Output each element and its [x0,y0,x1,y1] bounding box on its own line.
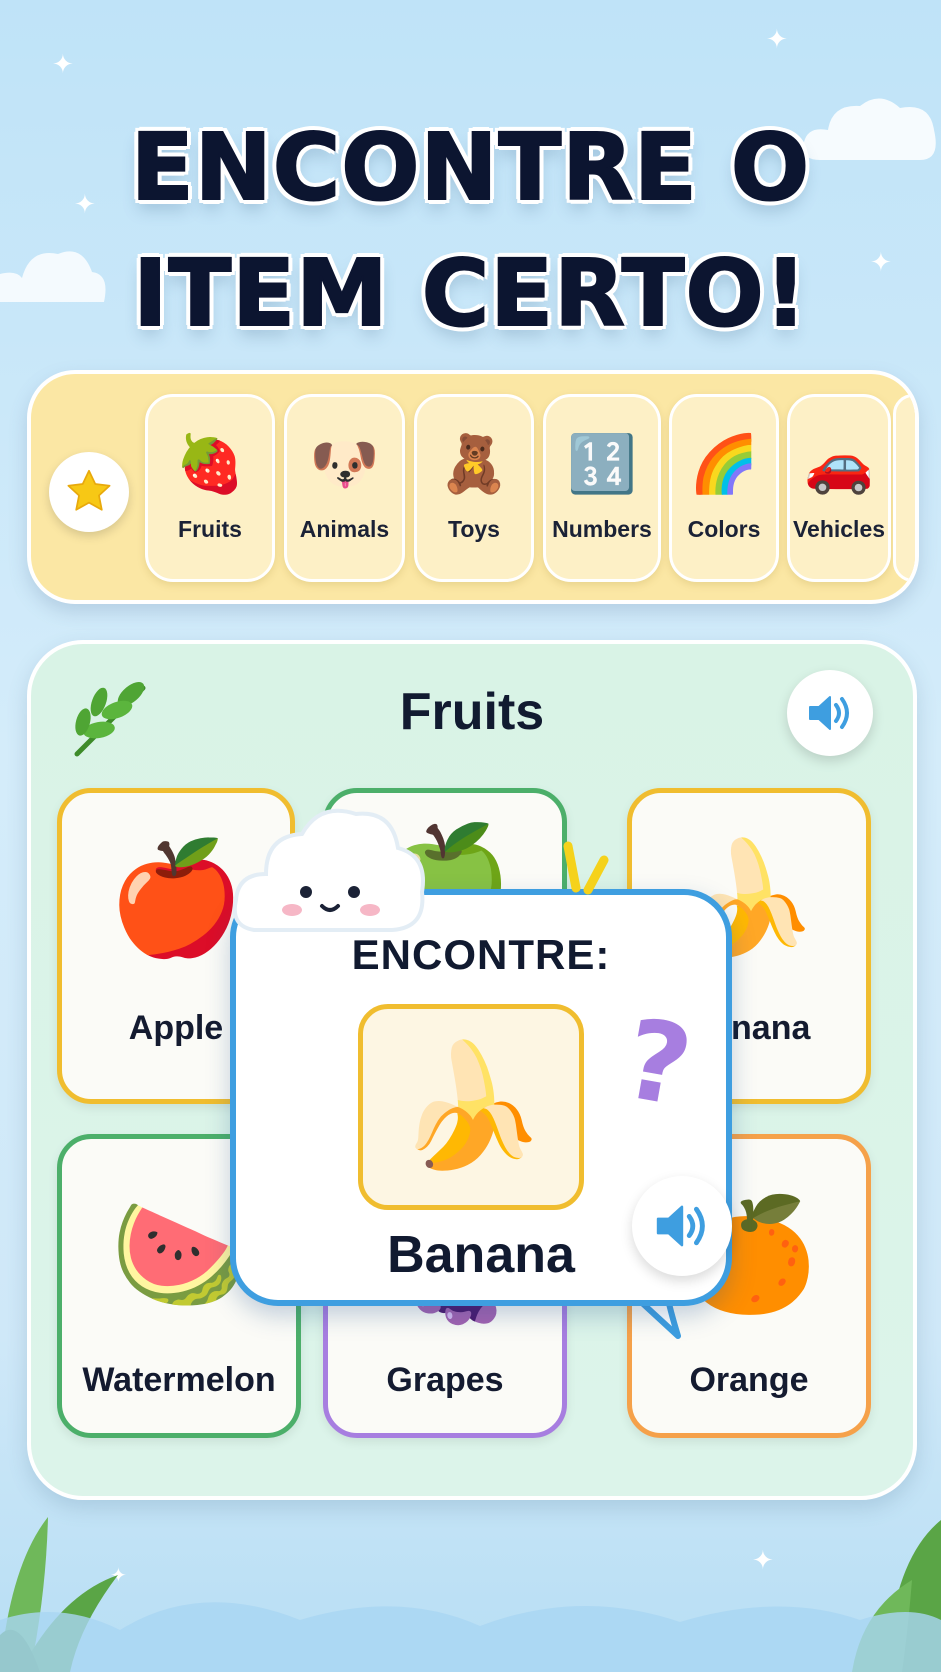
numbers-icon: 🔢 [567,432,637,497]
title-line-2: ITEM CERTO! [132,239,808,348]
category-tab-partial[interactable] [893,394,915,582]
banana-icon: 🍌 [396,1037,546,1176]
strawberry-icon: 🍓 [175,432,245,497]
category-label: Colors [687,516,761,542]
rainbow-icon: 🌈 [689,432,759,497]
board-title: Fruits [399,683,545,741]
title-line-1: ENCONTRE O [130,113,811,222]
sparkle-icon: ✦ [766,25,788,55]
category-bar: 🍓 Fruits 🐶 Animals 🧸 Toys 🔢 Numbers 🌈 Co… [27,370,919,604]
teddy-bear-icon: 🧸 [439,432,509,497]
sparkle-icon [563,841,609,895]
favorites-button[interactable] [49,452,129,532]
board-sound-button[interactable] [787,670,873,756]
category-label: Animals [299,516,390,542]
category-tab-numbers[interactable]: 🔢 Numbers [543,394,661,582]
category-tab-vehicles[interactable]: 🚗 Vehicles [787,394,891,582]
category-label: Fruits [178,516,242,542]
page-title: ENCONTRE O ITEM CERTO! [0,105,941,357]
popup-sound-button[interactable] [632,1176,732,1276]
item-label: Grapes [386,1361,504,1399]
category-label: Toys [448,516,500,542]
item-label: Watermelon [82,1361,276,1399]
sparkle-icon: ✦ [52,50,74,80]
star-icon [67,469,111,511]
speaker-icon [656,1205,705,1247]
question-mark-icon: ? [615,994,701,1132]
category-tab-colors[interactable]: 🌈 Colors [669,394,779,582]
speaker-icon [809,696,849,730]
car-icon: 🚗 [804,432,874,497]
item-label: Orange [689,1361,809,1399]
category-tab-animals[interactable]: 🐶 Animals [284,394,405,582]
target-popup: ENCONTRE: 🍌 ? Banana [230,889,732,1306]
category-tab-toys[interactable]: 🧸 Toys [414,394,534,582]
dog-icon: 🐶 [309,432,380,497]
cloud-mascot [232,808,425,932]
category-tab-fruits[interactable]: 🍓 Fruits [145,394,275,582]
cloud-decoration [0,1602,941,1672]
category-label: Numbers [552,516,652,542]
target-item-box: 🍌 [358,1004,584,1210]
category-label: Vehicles [792,516,886,542]
